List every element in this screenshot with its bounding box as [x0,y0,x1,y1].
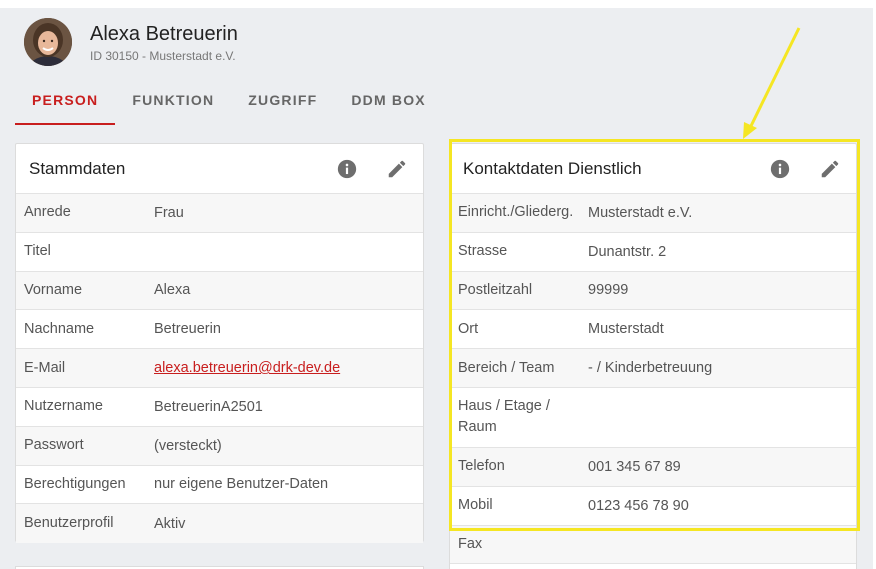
table-row: Bereich / Team - / Kinderbetreuung [450,349,856,388]
table-row: Postleitzahl 99999 [450,271,856,311]
table-row: Ort Musterstadt [450,310,856,350]
row-label: Ort [458,320,479,337]
row-label: Nutzername [24,398,103,415]
row-label: Berechtigungen [24,475,126,492]
row-label: Vorname [24,281,83,298]
kontaktdaten-card: Kontaktdaten Dienstlich Einricht./Gliede… [449,143,857,569]
row-label: Passwort [24,437,84,454]
row-label: Benutzerprofil [24,515,114,532]
tab-ddm-box[interactable]: DDM BOX [334,86,443,125]
info-icon[interactable] [768,157,792,181]
row-value: 0123 456 78 90 [588,497,689,514]
table-row: Einricht./Gliederg. Musterstadt e.V. [450,194,856,233]
row-label: Bereich / Team [458,359,555,376]
user-name: Alexa Betreuerin [90,22,238,45]
stammdaten-title: Stammdaten [29,158,126,178]
email-link[interactable]: alexa.betreuerin@drk-dev.de [154,360,340,376]
table-row: E-Mail alexa.betreuerin@drk-dev.de [16,349,423,388]
row-label: E-Mail [24,359,66,376]
table-row: Vorname Alexa [16,271,423,311]
row-value: 99999 [588,282,629,299]
table-row: Fax [450,525,856,565]
row-label: Telefon [458,458,505,475]
table-row: Strasse Dunantstr. 2 [450,233,856,272]
stammdaten-card: Stammdaten Anrede Frau Titel Vorname Alexa… [15,143,424,544]
info-icon[interactable] [335,157,359,181]
row-value: Betreuerin [154,321,221,338]
row-value: Aktiv [154,515,186,532]
row-label: Postleitzahl [458,281,533,298]
row-value: Alexa [154,282,191,299]
tab-bar: PERSON FUNKTION ZUGRIFF DDM BOX [15,86,443,125]
table-row: Nutzername BetreuerinA2501 [16,388,423,427]
row-label: Nachname [24,320,95,337]
row-label: Fax [458,535,483,552]
table-row: Haus / Etage / Raum [450,388,856,448]
page-background: Alexa Betreuerin ID 30150 - Musterstadt … [0,8,873,569]
table-row: Telefon 001 345 67 89 [450,447,856,487]
row-value: Musterstadt [588,321,664,338]
row-label: Einricht./Gliederg. [458,204,574,221]
row-label: Mobil [458,497,493,514]
row-label: Anrede [24,204,71,221]
stammdaten-header: Stammdaten [16,144,423,194]
table-row: Anrede Frau [16,194,423,233]
row-value: BetreuerinA2501 [154,398,263,415]
row-value: Dunantstr. 2 [588,243,667,260]
kontaktdaten-title: Kontaktdaten Dienstlich [463,158,642,178]
table-row: Passwort (versteckt) [16,426,423,466]
user-subtitle: ID 30150 - Musterstadt e.V. [90,48,236,63]
row-label: Titel [24,243,51,260]
row-value: Musterstadt e.V. [588,204,693,221]
row-label: Haus / Etage / Raum [458,398,550,436]
row-label: Strasse [458,243,508,260]
edit-icon[interactable] [818,157,842,181]
row-value: (versteckt) [154,437,222,454]
row-value: 001 345 67 89 [588,458,681,475]
tab-person[interactable]: PERSON [15,86,116,125]
row-value: Frau [154,204,184,221]
row-value: - / Kinderbetreuung [588,360,713,377]
kontaktdaten-header: Kontaktdaten Dienstlich [450,144,856,194]
profile-header: Alexa Betreuerin ID 30150 - Musterstadt … [24,16,238,68]
table-row: Titel [16,233,423,272]
table-row: Mobil 0123 456 78 90 [450,487,856,526]
avatar [24,18,72,66]
edit-icon[interactable] [385,157,409,181]
tab-zugriff[interactable]: ZUGRIFF [231,86,334,125]
row-value: nur eigene Benutzer-Daten [154,476,329,493]
table-row: Berechtigungen nur eigene Benutzer-Daten [16,466,423,505]
tab-funktion[interactable]: FUNKTION [115,86,231,125]
table-row: Benutzerprofil Aktiv [16,504,423,544]
table-row: Nachname Betreuerin [16,310,423,350]
